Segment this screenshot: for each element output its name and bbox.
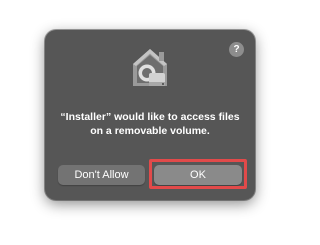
- help-button[interactable]: ?: [229, 42, 244, 57]
- installer-home-drive-icon: [133, 49, 167, 86]
- ok-button-highlight: [149, 159, 247, 189]
- dont-allow-button[interactable]: Don't Allow: [58, 165, 145, 185]
- dialog-message: “Installer” would like to access files o…: [60, 111, 240, 137]
